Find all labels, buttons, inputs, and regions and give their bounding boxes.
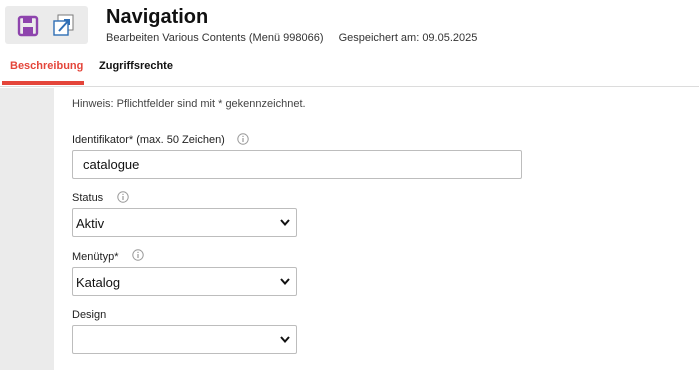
toolbar <box>5 6 88 44</box>
active-tab-indicator <box>2 81 84 85</box>
page-subtitle: Bearbeiten Various Contents (Menü 998066… <box>106 32 477 44</box>
identifier-input[interactable] <box>72 150 522 179</box>
export-icon[interactable] <box>53 14 75 36</box>
status-select[interactable]: Aktiv <box>72 208 297 237</box>
identifier-label: Identifikator* (max. 50 Zeichen) <box>72 134 225 146</box>
page-title: Navigation <box>106 6 209 28</box>
info-icon[interactable] <box>117 191 129 203</box>
status-label: Status <box>72 192 104 204</box>
tab-zugriffsrechte[interactable]: Zugriffsrechte <box>99 60 173 72</box>
required-hint: Hinweis: Pflichtfelder sind mit * gekenn… <box>72 98 306 110</box>
left-panel <box>0 88 54 370</box>
menutype-label: Menütyp* <box>72 251 119 263</box>
tab-beschreibung[interactable]: Beschreibung <box>10 60 83 72</box>
save-icon[interactable] <box>17 15 39 37</box>
chevron-down-icon <box>280 219 290 226</box>
menutype-value: Katalog <box>76 275 121 290</box>
info-icon[interactable] <box>132 249 144 261</box>
status-value: Aktiv <box>76 216 105 231</box>
design-select[interactable] <box>72 325 297 354</box>
menutype-select[interactable]: Katalog <box>72 267 297 296</box>
chevron-down-icon <box>280 336 290 343</box>
info-icon[interactable] <box>237 133 249 145</box>
edit-context: Bearbeiten Various Contents (Menü 998066… <box>106 32 324 44</box>
design-label: Design <box>72 309 107 321</box>
tab-bar: Beschreibung Zugriffsrechte <box>0 52 699 87</box>
chevron-down-icon <box>280 278 290 285</box>
saved-date: Gespeichert am: 09.05.2025 <box>338 32 478 44</box>
